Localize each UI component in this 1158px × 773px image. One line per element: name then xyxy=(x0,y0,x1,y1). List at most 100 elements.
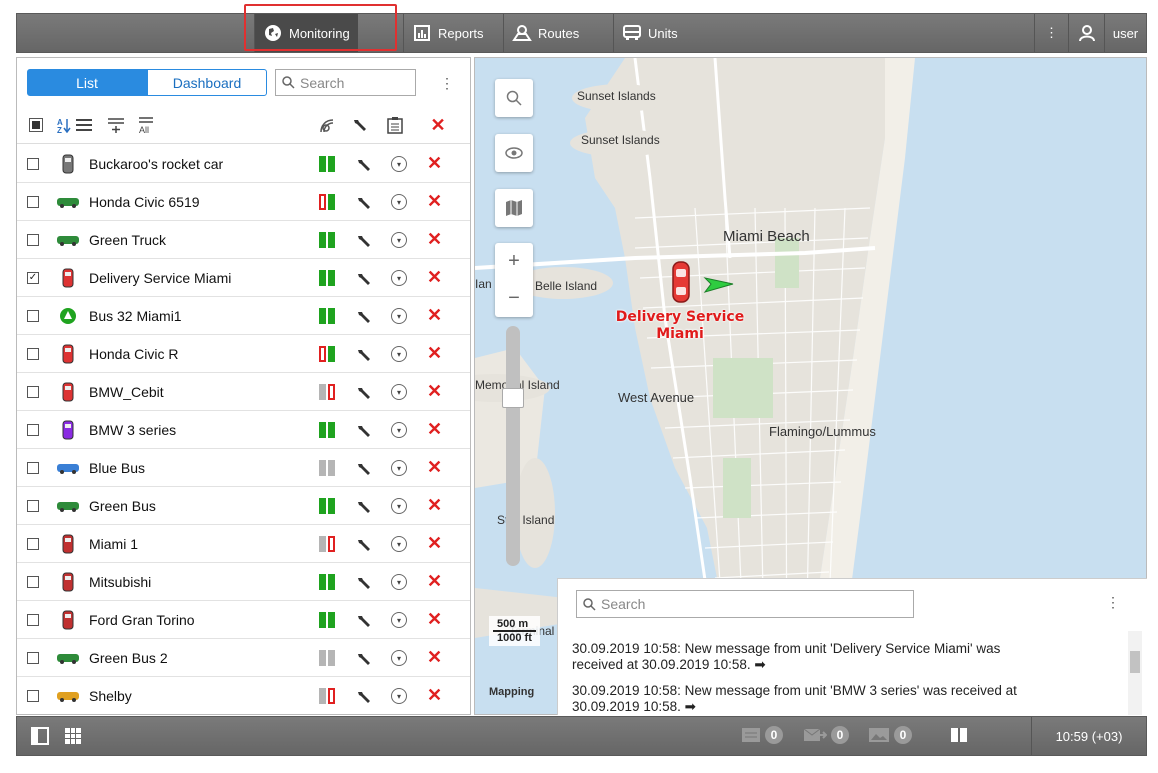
unit-name[interactable]: BMW 3 series xyxy=(89,422,176,438)
unit-name[interactable]: Honda Civic R xyxy=(89,346,178,362)
unit-name[interactable]: Buckaroo's rocket car xyxy=(89,156,223,172)
unit-row[interactable]: ✓ Delivery Service Miami ▾ ✕ xyxy=(17,259,470,297)
nav-reports[interactable]: Reports xyxy=(403,14,492,52)
unit-checkbox[interactable] xyxy=(27,538,39,550)
user-menu-button[interactable]: user xyxy=(1104,14,1146,52)
commands-dropdown-icon[interactable]: ▾ xyxy=(391,156,407,172)
zoom-slider-handle[interactable] xyxy=(502,388,524,408)
unit-name[interactable]: Mitsubishi xyxy=(89,574,151,590)
unit-row[interactable]: BMW_Cebit ▾ ✕ xyxy=(17,373,470,411)
unit-name[interactable]: Blue Bus xyxy=(89,460,145,476)
zoom-slider-track[interactable] xyxy=(506,326,520,566)
notifications-search-input[interactable]: Search xyxy=(576,590,914,618)
unit-row[interactable]: Green Truck ▾ ✕ xyxy=(17,221,470,259)
tab-dashboard[interactable]: Dashboard xyxy=(147,69,267,96)
delete-unit-icon[interactable]: ✕ xyxy=(427,685,442,706)
user-avatar-icon[interactable] xyxy=(1068,14,1104,52)
unit-checkbox[interactable] xyxy=(27,310,39,322)
unit-name[interactable]: Bus 32 Miami1 xyxy=(89,308,182,324)
units-search-input[interactable]: Search xyxy=(275,69,416,96)
commands-dropdown-icon[interactable]: ▾ xyxy=(391,650,407,666)
delete-unit-icon[interactable]: ✕ xyxy=(427,457,442,478)
wrench-icon[interactable] xyxy=(355,497,373,515)
commands-dropdown-icon[interactable]: ▾ xyxy=(391,498,407,514)
unit-checkbox[interactable] xyxy=(27,614,39,626)
wrench-icon[interactable] xyxy=(355,345,373,363)
delete-unit-icon[interactable]: ✕ xyxy=(427,191,442,212)
wrench-icon[interactable] xyxy=(355,383,373,401)
single-panel-icon[interactable] xyxy=(31,727,49,745)
outbox-counter[interactable]: 0 xyxy=(803,726,849,744)
unit-row[interactable]: BMW 3 series ▾ ✕ xyxy=(17,411,470,449)
commands-dropdown-icon[interactable]: ▾ xyxy=(391,460,407,476)
commands-dropdown-icon[interactable]: ▾ xyxy=(391,688,407,704)
wrench-icon[interactable] xyxy=(355,573,373,591)
delete-unit-icon[interactable]: ✕ xyxy=(427,533,442,554)
unit-row[interactable]: Honda Civic R ▾ ✕ xyxy=(17,335,470,373)
notification-message[interactable]: 30.09.2019 10:58: New message from unit … xyxy=(572,683,1122,715)
connection-icon[interactable] xyxy=(317,116,335,134)
wrench-column-icon[interactable] xyxy=(351,116,369,134)
select-all-checkbox[interactable] xyxy=(27,116,45,134)
unit-name[interactable]: Delivery Service Miami xyxy=(89,270,231,286)
commands-dropdown-icon[interactable]: ▾ xyxy=(391,194,407,210)
unit-checkbox[interactable] xyxy=(27,690,39,702)
commands-dropdown-icon[interactable]: ▾ xyxy=(391,422,407,438)
wrench-icon[interactable] xyxy=(355,421,373,439)
commands-dropdown-icon[interactable]: ▾ xyxy=(391,574,407,590)
delete-unit-icon[interactable]: ✕ xyxy=(427,305,442,326)
delete-unit-icon[interactable]: ✕ xyxy=(427,229,442,250)
unit-row[interactable]: Buckaroo's rocket car ▾ ✕ xyxy=(17,145,470,183)
wrench-icon[interactable] xyxy=(355,193,373,211)
unit-checkbox[interactable] xyxy=(27,386,39,398)
unit-row[interactable]: Blue Bus ▾ ✕ xyxy=(17,449,470,487)
unit-checkbox[interactable] xyxy=(27,424,39,436)
unit-name[interactable]: Green Bus 2 xyxy=(89,650,168,666)
zoom-out-button[interactable]: − xyxy=(508,280,520,317)
wrench-icon[interactable] xyxy=(355,459,373,477)
nav-routes[interactable]: Routes xyxy=(503,14,587,52)
unit-checkbox[interactable] xyxy=(27,462,39,474)
nav-units[interactable]: Units xyxy=(613,14,686,52)
unit-checkbox[interactable] xyxy=(27,158,39,170)
unit-row[interactable]: Green Bus ▾ ✕ xyxy=(17,487,470,525)
wrench-icon[interactable] xyxy=(355,307,373,325)
delete-unit-icon[interactable]: ✕ xyxy=(427,647,442,668)
unit-name[interactable]: Miami 1 xyxy=(89,536,138,552)
delete-unit-icon[interactable]: ✕ xyxy=(427,495,442,516)
unit-checkbox[interactable] xyxy=(27,196,39,208)
delete-all-icon[interactable]: ✕ xyxy=(429,115,447,135)
unit-row[interactable]: Miami 1 ▾ ✕ xyxy=(17,525,470,563)
unit-checkbox[interactable] xyxy=(27,234,39,246)
commands-dropdown-icon[interactable]: ▾ xyxy=(391,346,407,362)
commands-column-icon[interactable] xyxy=(386,116,404,134)
delete-unit-icon[interactable]: ✕ xyxy=(427,609,442,630)
map-search-button[interactable] xyxy=(495,79,533,117)
unit-checkbox[interactable] xyxy=(27,576,39,588)
unit-row[interactable]: Green Bus 2 ▾ ✕ xyxy=(17,639,470,677)
nav-monitoring[interactable]: Monitoring xyxy=(254,14,358,52)
unit-row[interactable]: Honda Civic 6519 ▾ ✕ xyxy=(17,183,470,221)
wrench-icon[interactable] xyxy=(355,687,373,705)
commands-dropdown-icon[interactable]: ▾ xyxy=(391,384,407,400)
wrench-icon[interactable] xyxy=(355,535,373,553)
unit-name[interactable]: Honda Civic 6519 xyxy=(89,194,200,210)
delete-unit-icon[interactable]: ✕ xyxy=(427,419,442,440)
messages-counter[interactable]: 0 xyxy=(741,726,783,744)
delete-unit-icon[interactable]: ✕ xyxy=(427,381,442,402)
delete-unit-icon[interactable]: ✕ xyxy=(427,153,442,174)
commands-dropdown-icon[interactable]: ▾ xyxy=(391,612,407,628)
notification-message[interactable]: 30.09.2019 10:58: New message from unit … xyxy=(572,641,1122,673)
delete-unit-icon[interactable]: ✕ xyxy=(427,267,442,288)
sort-az-icon[interactable]: AZ xyxy=(57,116,75,134)
grid-layout-icon[interactable] xyxy=(64,727,82,745)
delete-unit-icon[interactable]: ✕ xyxy=(427,343,442,364)
wrench-icon[interactable] xyxy=(355,269,373,287)
unit-checkbox[interactable] xyxy=(27,652,39,664)
commands-dropdown-icon[interactable]: ▾ xyxy=(391,270,407,286)
notifications-scrollbar[interactable] xyxy=(1128,631,1142,715)
unit-name[interactable]: Green Bus xyxy=(89,498,156,514)
more-menu-button[interactable]: ⋮ xyxy=(1034,14,1068,52)
unit-name[interactable]: BMW_Cebit xyxy=(89,384,164,400)
map-layers-button[interactable] xyxy=(495,189,533,227)
